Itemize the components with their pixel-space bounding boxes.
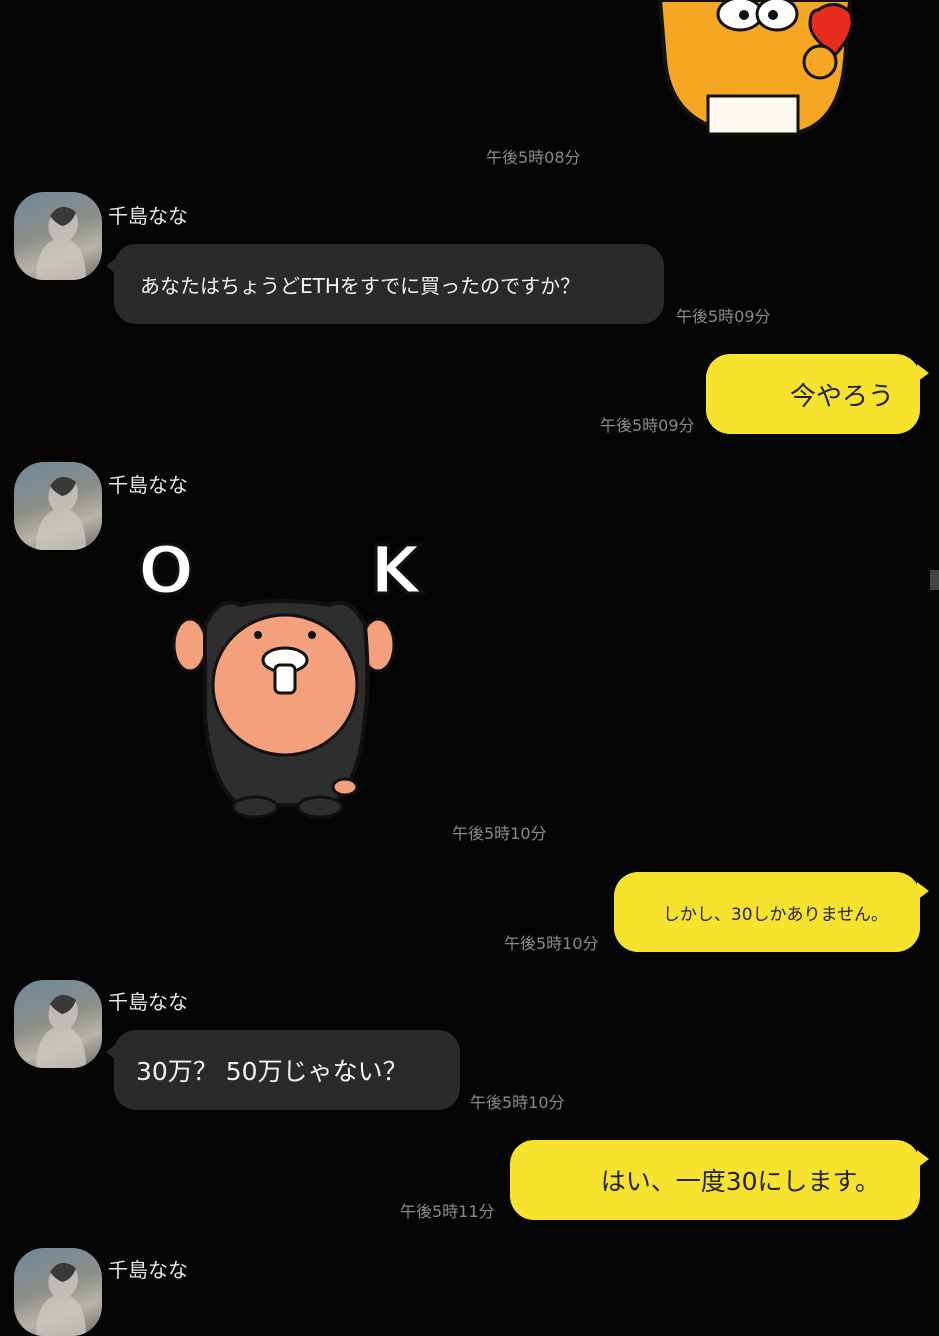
person-silhouette-icon: [36, 206, 86, 280]
contact-name: 千島なな: [108, 990, 188, 1014]
message-text: 今やろう: [789, 381, 894, 412]
message-text: あなたはちょうどETHをすでに買ったのですか？: [140, 273, 581, 298]
person-silhouette-icon: [36, 476, 86, 550]
message-timestamp: 午後5時09分: [676, 307, 771, 326]
message-text: しかし、30しかありません。: [662, 904, 888, 925]
contact-name: 千島なな: [108, 204, 188, 228]
scrollbar-handle[interactable]: [930, 570, 939, 590]
message-timestamp: 午後5時10分: [470, 1093, 565, 1112]
outgoing-message-bubble[interactable]: しかし、30しかありません。: [614, 872, 929, 952]
contact-avatar[interactable]: [14, 192, 102, 280]
message-text: はい、一度30にします。: [600, 1167, 880, 1196]
person-silhouette-icon: [36, 994, 86, 1068]
person-silhouette-icon: [36, 1262, 86, 1336]
sticker-letter-o: O: [138, 532, 194, 609]
message-timestamp: 午後5時10分: [452, 824, 547, 843]
message-timestamp: 午後5時09分: [600, 416, 695, 435]
message-timestamp: 午後5時10分: [504, 934, 599, 953]
outgoing-message-bubble[interactable]: 今やろう: [706, 354, 929, 434]
ok-otter-sticker: O K: [137, 531, 426, 819]
contact-avatar[interactable]: [14, 462, 102, 550]
message-text: 30万？ 50万じゃない？: [136, 1057, 408, 1086]
contact-name: 千島なな: [108, 473, 188, 497]
contact-avatar[interactable]: [14, 1248, 102, 1336]
sticker-message[interactable]: O K: [130, 525, 440, 825]
contact-avatar[interactable]: [14, 980, 102, 1068]
sticker-message[interactable]: [640, 0, 870, 140]
incoming-message-bubble[interactable]: 30万？ 50万じゃない？: [106, 1030, 460, 1110]
orange-bear-heart-sticker: [657, 0, 854, 136]
message-timestamp: 午後5時11分: [400, 1202, 495, 1221]
incoming-message-bubble[interactable]: あなたはちょうどETHをすでに買ったのですか？: [106, 244, 664, 324]
sticker-letter-k: K: [370, 532, 424, 609]
contact-name: 千島なな: [108, 1258, 188, 1282]
outgoing-message-bubble[interactable]: はい、一度30にします。: [510, 1140, 929, 1220]
message-timestamp: 午後5時08分: [486, 148, 581, 167]
